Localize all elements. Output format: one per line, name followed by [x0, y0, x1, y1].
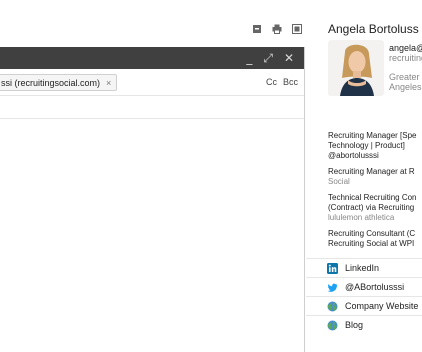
recipient-chip-label: ssi (recruitingsocial.com): [1, 77, 101, 88]
job-entry: Recruiting Manager [Spe Technology | Pro…: [328, 131, 422, 161]
compose-window: _ ⤢ ✕ ssi (recruitingsocial.com) × Cc Bc…: [0, 47, 305, 352]
cc-bcc-links: Cc Bcc: [266, 77, 298, 87]
company-website-link[interactable]: Company Website: [306, 296, 422, 315]
job-line: @abortolusssi: [328, 151, 379, 160]
recipient-chip[interactable]: ssi (recruitingsocial.com) ×: [0, 74, 118, 91]
compose-header: _ ⤢ ✕: [0, 47, 304, 69]
job-entry: Recruiting Consultant (C Recruiting Soci…: [328, 229, 422, 249]
job-line: Technology | Product]: [328, 141, 405, 150]
contact-location-2: Angeles: [389, 82, 422, 92]
contact-location: Greater: [389, 72, 420, 82]
twitter-icon: [327, 283, 338, 292]
job-company: Social: [328, 177, 350, 186]
job-line: Recruiting Consultant (C: [328, 229, 416, 238]
new-window-icon[interactable]: [292, 24, 302, 34]
job-line: Recruiting Manager at R: [328, 167, 415, 176]
twitter-link[interactable]: @ABortolusssi: [306, 277, 422, 296]
link-label: Blog: [345, 320, 364, 330]
contact-email[interactable]: angela@: [389, 43, 422, 53]
print-icon[interactable]: [272, 24, 282, 34]
to-field[interactable]: ssi (recruitingsocial.com) × Cc Bcc: [0, 69, 304, 96]
contact-company: recruiting: [389, 53, 422, 63]
contact-name: Angela Bortoluss: [328, 22, 419, 36]
job-line: (Contract) via Recruiting: [328, 203, 415, 212]
top-toolbar: [252, 24, 302, 34]
archive-icon[interactable]: [252, 24, 262, 34]
job-line: Recruiting Manager [Spe: [328, 131, 417, 140]
subject-field[interactable]: [0, 96, 304, 119]
job-history: Recruiting Manager [Spe Technology | Pro…: [328, 131, 422, 255]
blog-link[interactable]: Blog: [306, 315, 422, 334]
cc-link[interactable]: Cc: [266, 77, 277, 87]
job-entry: Technical Recruiting Con (Contract) via …: [328, 193, 422, 223]
minimize-button[interactable]: _: [246, 52, 252, 64]
link-label: @ABortolusssi: [345, 282, 405, 292]
gmail-compose-screen: _ ⤢ ✕ ssi (recruitingsocial.com) × Cc Bc…: [0, 0, 422, 352]
social-links: LinkedIn @ABortolusssi Company Website B…: [306, 258, 422, 334]
globe-icon: [327, 301, 338, 311]
close-button[interactable]: ✕: [284, 52, 294, 64]
link-label: LinkedIn: [345, 263, 380, 273]
globe-icon: [327, 320, 338, 330]
avatar: [328, 40, 384, 96]
job-line: Recruiting Social at WPI: [328, 239, 415, 248]
remove-recipient-button[interactable]: ×: [106, 78, 111, 88]
contact-sidebar: Angela Bortoluss angela@ recruiting Grea…: [306, 0, 422, 352]
link-label: Company Website: [345, 301, 419, 311]
job-line: Technical Recruiting Con: [328, 193, 417, 202]
job-entry: Recruiting Manager at R Social: [328, 167, 422, 187]
bcc-link[interactable]: Bcc: [283, 77, 298, 87]
expand-button[interactable]: ⤢: [263, 52, 273, 64]
job-company: lululemon athletica: [328, 213, 395, 222]
linkedin-link[interactable]: LinkedIn: [306, 258, 422, 277]
linkedin-icon: [327, 262, 338, 274]
